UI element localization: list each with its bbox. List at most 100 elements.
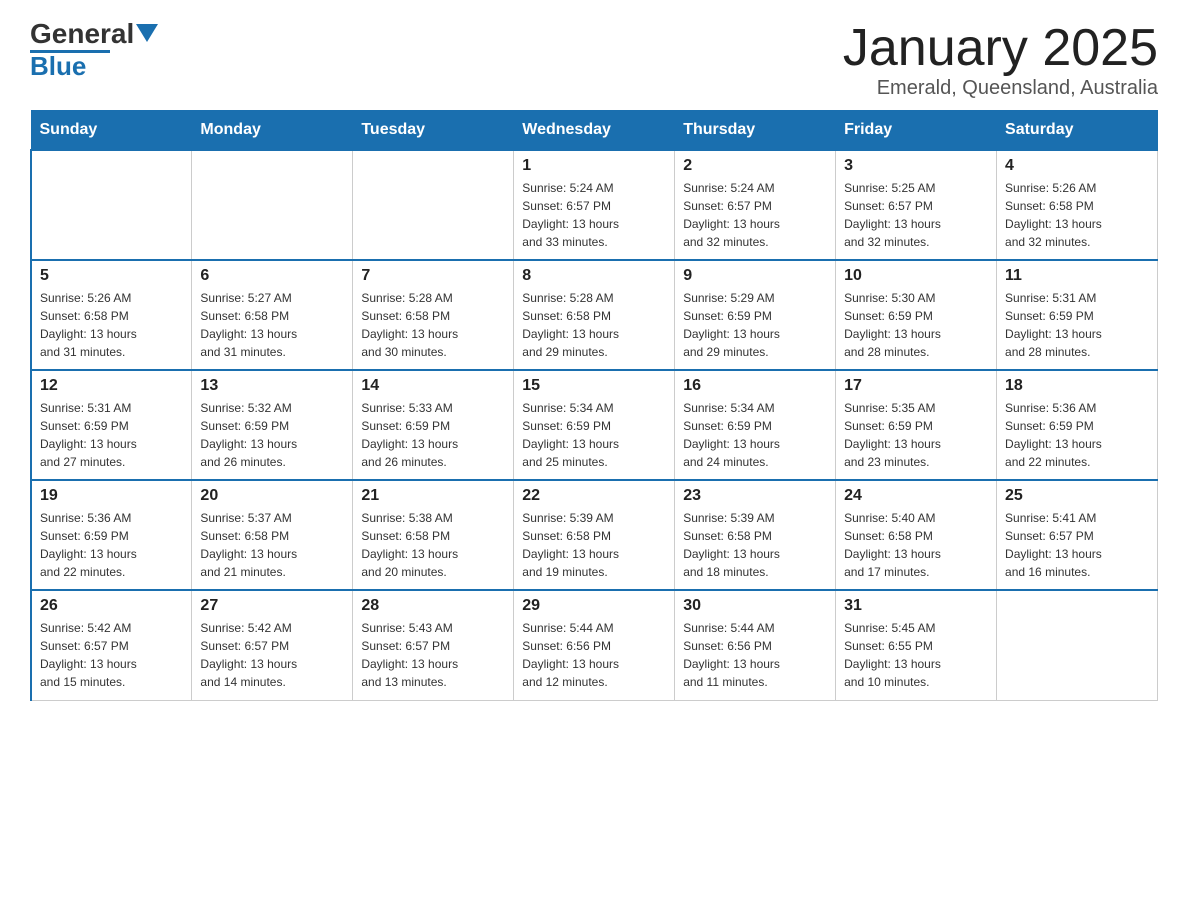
calendar-cell: 18 Sunrise: 5:36 AM Sunset: 6:59 PM Dayli… xyxy=(997,370,1158,480)
day-number: 19 xyxy=(40,487,183,505)
page-title: January 2025 xyxy=(843,20,1158,77)
day-number: 10 xyxy=(844,267,988,285)
day-info: Sunrise: 5:45 AM Sunset: 6:55 PM Dayligh… xyxy=(844,619,988,691)
day-number: 23 xyxy=(683,487,827,505)
day-number: 20 xyxy=(200,487,344,505)
day-number: 3 xyxy=(844,157,988,175)
calendar-cell: 25 Sunrise: 5:41 AM Sunset: 6:57 PM Dayli… xyxy=(997,480,1158,590)
day-number: 25 xyxy=(1005,487,1149,505)
day-info: Sunrise: 5:28 AM Sunset: 6:58 PM Dayligh… xyxy=(522,289,666,361)
calendar-cell xyxy=(353,150,514,260)
day-info: Sunrise: 5:33 AM Sunset: 6:59 PM Dayligh… xyxy=(361,399,505,471)
calendar-cell: 17 Sunrise: 5:35 AM Sunset: 6:59 PM Dayli… xyxy=(836,370,997,480)
day-number: 21 xyxy=(361,487,505,505)
day-number: 31 xyxy=(844,597,988,615)
day-info: Sunrise: 5:25 AM Sunset: 6:57 PM Dayligh… xyxy=(844,179,988,251)
calendar-week-4: 19 Sunrise: 5:36 AM Sunset: 6:59 PM Dayli… xyxy=(31,480,1158,590)
day-number: 2 xyxy=(683,157,827,175)
col-monday: Monday xyxy=(192,111,353,151)
calendar-cell: 3 Sunrise: 5:25 AM Sunset: 6:57 PM Daylig… xyxy=(836,150,997,260)
calendar-cell: 20 Sunrise: 5:37 AM Sunset: 6:58 PM Dayli… xyxy=(192,480,353,590)
day-number: 24 xyxy=(844,487,988,505)
day-info: Sunrise: 5:39 AM Sunset: 6:58 PM Dayligh… xyxy=(522,509,666,581)
page-subtitle: Emerald, Queensland, Australia xyxy=(843,77,1158,100)
calendar-cell: 7Sunrise: 5:28 AM Sunset: 6:58 PM Daylig… xyxy=(353,260,514,370)
day-number: 17 xyxy=(844,377,988,395)
day-number: 27 xyxy=(200,597,344,615)
calendar-cell xyxy=(997,590,1158,700)
day-number: 14 xyxy=(361,377,505,395)
day-number: 18 xyxy=(1005,377,1149,395)
day-info: Sunrise: 5:40 AM Sunset: 6:58 PM Dayligh… xyxy=(844,509,988,581)
day-info: Sunrise: 5:38 AM Sunset: 6:58 PM Dayligh… xyxy=(361,509,505,581)
day-info: Sunrise: 5:41 AM Sunset: 6:57 PM Dayligh… xyxy=(1005,509,1149,581)
day-info: Sunrise: 5:35 AM Sunset: 6:59 PM Dayligh… xyxy=(844,399,988,471)
day-info: Sunrise: 5:31 AM Sunset: 6:59 PM Dayligh… xyxy=(40,399,183,471)
calendar-cell xyxy=(192,150,353,260)
calendar-cell: 14 Sunrise: 5:33 AM Sunset: 6:59 PM Dayli… xyxy=(353,370,514,480)
day-info: Sunrise: 5:31 AM Sunset: 6:59 PM Dayligh… xyxy=(1005,289,1149,361)
day-info: Sunrise: 5:29 AM Sunset: 6:59 PM Dayligh… xyxy=(683,289,827,361)
calendar-cell: 27Sunrise: 5:42 AM Sunset: 6:57 PM Dayli… xyxy=(192,590,353,700)
day-number: 7 xyxy=(361,267,505,285)
day-number: 29 xyxy=(522,597,666,615)
day-number: 1 xyxy=(522,157,666,175)
day-number: 5 xyxy=(40,267,183,285)
calendar-week-2: 5 Sunrise: 5:26 AM Sunset: 6:58 PM Daylig… xyxy=(31,260,1158,370)
calendar-week-5: 26Sunrise: 5:42 AM Sunset: 6:57 PM Dayli… xyxy=(31,590,1158,700)
day-number: 11 xyxy=(1005,267,1149,285)
calendar-cell: 8 Sunrise: 5:28 AM Sunset: 6:58 PM Daylig… xyxy=(514,260,675,370)
day-info: Sunrise: 5:36 AM Sunset: 6:59 PM Dayligh… xyxy=(40,509,183,581)
calendar-cell: 29Sunrise: 5:44 AM Sunset: 6:56 PM Dayli… xyxy=(514,590,675,700)
day-number: 8 xyxy=(522,267,666,285)
calendar-cell: 10Sunrise: 5:30 AM Sunset: 6:59 PM Dayli… xyxy=(836,260,997,370)
day-number: 16 xyxy=(683,377,827,395)
col-saturday: Saturday xyxy=(997,111,1158,151)
day-info: Sunrise: 5:26 AM Sunset: 6:58 PM Dayligh… xyxy=(40,289,183,361)
col-tuesday: Tuesday xyxy=(353,111,514,151)
calendar-cell: 5 Sunrise: 5:26 AM Sunset: 6:58 PM Daylig… xyxy=(31,260,192,370)
logo-triangle-icon xyxy=(136,24,158,42)
header-row: Sunday Monday Tuesday Wednesday Thursday… xyxy=(31,111,1158,151)
day-info: Sunrise: 5:24 AM Sunset: 6:57 PM Dayligh… xyxy=(683,179,827,251)
day-number: 15 xyxy=(522,377,666,395)
title-block: January 2025 Emerald, Queensland, Austra… xyxy=(843,20,1158,100)
day-info: Sunrise: 5:43 AM Sunset: 6:57 PM Dayligh… xyxy=(361,619,505,691)
calendar-body: 1 Sunrise: 5:24 AM Sunset: 6:57 PM Daylig… xyxy=(31,150,1158,700)
calendar-cell: 31 Sunrise: 5:45 AM Sunset: 6:55 PM Dayli… xyxy=(836,590,997,700)
logo: General Blue xyxy=(30,20,158,80)
day-number: 9 xyxy=(683,267,827,285)
day-number: 12 xyxy=(40,377,183,395)
calendar-cell: 24 Sunrise: 5:40 AM Sunset: 6:58 PM Dayli… xyxy=(836,480,997,590)
page-header: General Blue January 2025 Emerald, Queen… xyxy=(30,20,1158,100)
calendar-cell: 11 Sunrise: 5:31 AM Sunset: 6:59 PM Dayli… xyxy=(997,260,1158,370)
day-info: Sunrise: 5:27 AM Sunset: 6:58 PM Dayligh… xyxy=(200,289,344,361)
day-number: 13 xyxy=(200,377,344,395)
calendar-cell: 16 Sunrise: 5:34 AM Sunset: 6:59 PM Dayli… xyxy=(675,370,836,480)
calendar-cell: 26Sunrise: 5:42 AM Sunset: 6:57 PM Dayli… xyxy=(31,590,192,700)
calendar-cell xyxy=(31,150,192,260)
calendar-cell: 30 Sunrise: 5:44 AM Sunset: 6:56 PM Dayli… xyxy=(675,590,836,700)
calendar-cell: 1 Sunrise: 5:24 AM Sunset: 6:57 PM Daylig… xyxy=(514,150,675,260)
day-info: Sunrise: 5:32 AM Sunset: 6:59 PM Dayligh… xyxy=(200,399,344,471)
day-info: Sunrise: 5:24 AM Sunset: 6:57 PM Dayligh… xyxy=(522,179,666,251)
day-info: Sunrise: 5:39 AM Sunset: 6:58 PM Dayligh… xyxy=(683,509,827,581)
calendar-cell: 23 Sunrise: 5:39 AM Sunset: 6:58 PM Dayli… xyxy=(675,480,836,590)
col-wednesday: Wednesday xyxy=(514,111,675,151)
col-sunday: Sunday xyxy=(31,111,192,151)
day-number: 6 xyxy=(200,267,344,285)
calendar-table: Sunday Monday Tuesday Wednesday Thursday… xyxy=(30,110,1158,701)
day-info: Sunrise: 5:37 AM Sunset: 6:58 PM Dayligh… xyxy=(200,509,344,581)
day-info: Sunrise: 5:34 AM Sunset: 6:59 PM Dayligh… xyxy=(522,399,666,471)
day-info: Sunrise: 5:36 AM Sunset: 6:59 PM Dayligh… xyxy=(1005,399,1149,471)
calendar-header: Sunday Monday Tuesday Wednesday Thursday… xyxy=(31,111,1158,151)
day-info: Sunrise: 5:34 AM Sunset: 6:59 PM Dayligh… xyxy=(683,399,827,471)
calendar-cell: 22 Sunrise: 5:39 AM Sunset: 6:58 PM Dayli… xyxy=(514,480,675,590)
calendar-cell: 21 Sunrise: 5:38 AM Sunset: 6:58 PM Dayli… xyxy=(353,480,514,590)
day-number: 4 xyxy=(1005,157,1149,175)
day-number: 22 xyxy=(522,487,666,505)
calendar-cell: 12 Sunrise: 5:31 AM Sunset: 6:59 PM Dayli… xyxy=(31,370,192,480)
day-info: Sunrise: 5:26 AM Sunset: 6:58 PM Dayligh… xyxy=(1005,179,1149,251)
day-info: Sunrise: 5:44 AM Sunset: 6:56 PM Dayligh… xyxy=(683,619,827,691)
day-number: 30 xyxy=(683,597,827,615)
